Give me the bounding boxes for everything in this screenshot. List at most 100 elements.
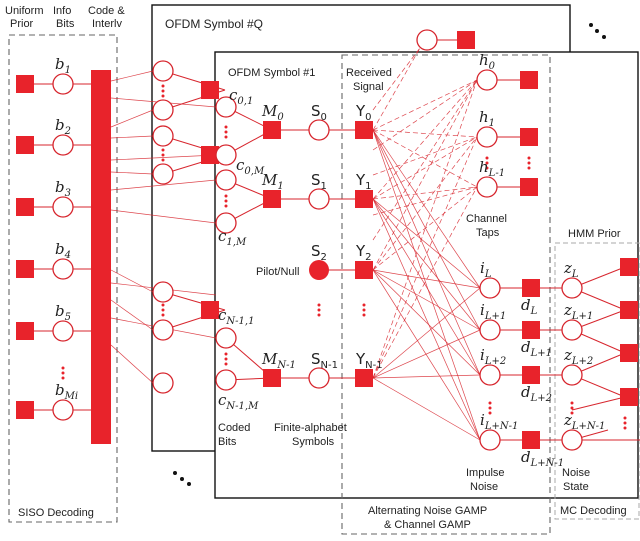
ellipsis-dot [161, 94, 165, 98]
tap-prior-factor [520, 71, 538, 89]
ellipsis-dot [527, 156, 531, 160]
uniform-prior-factor [16, 136, 34, 154]
hmm-prior-label: HMM Prior [568, 228, 621, 240]
coded-bits-ellipsis [224, 352, 228, 366]
mapper-factor [263, 190, 281, 208]
info-bits-ellipsis [61, 366, 65, 380]
info-bit-node [52, 73, 74, 95]
info-bit-label-1: b1 [55, 55, 71, 76]
noise-factor [522, 366, 540, 384]
uniform-prior-factor [16, 260, 34, 278]
received-ellipsis [362, 303, 366, 317]
hmm-transition-factor [620, 388, 638, 406]
impulse-ellipsis [488, 401, 492, 415]
received-signal-factor [355, 121, 373, 139]
noise-state-node [561, 277, 583, 299]
ellipsis-dot [317, 303, 321, 307]
symbol-q-coded-bit-node [152, 99, 174, 121]
mc-decoding-label: MC Decoding [560, 505, 627, 517]
info-bit-node [52, 134, 74, 156]
pilot-symbol-node [309, 260, 329, 280]
received-signal-factor [355, 369, 373, 387]
impulse-noise-node [479, 277, 501, 299]
coded-bit-node [215, 327, 237, 349]
symbol-node [308, 119, 330, 141]
gamp-label-2: & Channel GAMP [384, 519, 471, 531]
ellipsis-dot [362, 308, 366, 312]
info-bit-label-5: b5 [55, 302, 71, 323]
coded-bit-node [215, 144, 237, 166]
tap-prior-factor [520, 178, 538, 196]
ellipsis-dot [570, 401, 574, 405]
info-bit-node [52, 399, 74, 421]
noise-factor [522, 321, 540, 339]
received-signal-factor [355, 261, 373, 279]
siso-decoding-label: SISO Decoding [18, 507, 94, 519]
hmm-transition-factor [620, 258, 638, 276]
channel-taps-label-2: Taps [476, 227, 500, 239]
info-bit-label-2: b2 [55, 116, 71, 137]
symbol-q-mapper-factor [201, 81, 219, 99]
ellipsis-dot [224, 204, 228, 208]
hmm-transition-factor [620, 344, 638, 362]
ellipsis-dot [61, 366, 65, 370]
continuation-dots-bottom-left [173, 471, 191, 486]
ellipsis-dot [488, 411, 492, 415]
uniform-prior-factor [16, 322, 34, 340]
pilot-null-label: Pilot/Null [256, 266, 299, 278]
info-bits-header-2: Bits [56, 18, 75, 30]
channel-tap-node [476, 69, 498, 91]
symbol-q-coded-bit-node [152, 60, 174, 82]
symbol-node [308, 367, 330, 389]
channel-tap-node [476, 176, 498, 198]
q-ellipsis [161, 148, 165, 162]
ellipsis-dot [317, 308, 321, 312]
hmm-transition-factor [620, 301, 638, 319]
info-bit-label-4: b4 [55, 240, 71, 261]
uniform-prior-header-2: Prior [10, 18, 34, 30]
factor-graph-diagram: OFDM Symbol #Q OFDM Symbol #1 b1 b2 b3 b4 b5… [5, 4, 640, 535]
ofdm-symbol-q-label: OFDM Symbol #Q [165, 17, 263, 31]
impulse-noise-node [479, 429, 501, 451]
ellipsis-dot [488, 406, 492, 410]
ellipsis-dot [527, 166, 531, 170]
code-interleaver-factor [91, 70, 111, 444]
interleaver-edge [110, 299, 154, 331]
coded-bits-label-2: Bits [218, 436, 237, 448]
channel-taps-label-1: Channel [466, 213, 507, 225]
ellipsis-dot [623, 421, 627, 425]
ellipsis-dot [161, 148, 165, 152]
received-signal-label-2: Signal [353, 81, 384, 93]
ellipsis-dot [570, 406, 574, 410]
ellipsis-dot [224, 130, 228, 134]
ellipsis-dot [61, 371, 65, 375]
symbol-q-tap-prior-factor [457, 31, 475, 49]
finite-alphabet-label-1: Finite-alphabet [274, 422, 347, 434]
ellipsis-dot [161, 158, 165, 162]
ellipsis-dot [224, 135, 228, 139]
continuation-dots-top-right [589, 23, 606, 39]
info-bit-node [52, 258, 74, 280]
coded-bit-node [215, 369, 237, 391]
ellipsis-dot [161, 153, 165, 157]
noise-state-node [561, 364, 583, 386]
received-signal-label-1: Received [346, 67, 392, 79]
symbol-q-coded-bit-node [152, 319, 174, 341]
ellipsis-dot [224, 352, 228, 356]
uniform-prior-factor [16, 198, 34, 216]
ellipsis-dot [488, 401, 492, 405]
mapper-factor [263, 121, 281, 139]
impulse-noise-label-1: Impulse [466, 467, 505, 479]
symbol-node [308, 188, 330, 210]
ellipsis-dot [527, 161, 531, 165]
ellipsis-dot [61, 376, 65, 380]
symbol-q-channel-tap-node [416, 29, 438, 51]
ellipsis-dot [362, 303, 366, 307]
uniform-prior-header-1: Uniform [5, 5, 44, 17]
mapper-factor [263, 369, 281, 387]
hmm-ellipsis [623, 416, 627, 430]
ellipsis-dot [161, 84, 165, 88]
symbol-q-coded-bit-node [152, 163, 174, 185]
coded-bits-label-1: Coded [218, 422, 250, 434]
info-bit-label-3: b3 [55, 178, 71, 199]
